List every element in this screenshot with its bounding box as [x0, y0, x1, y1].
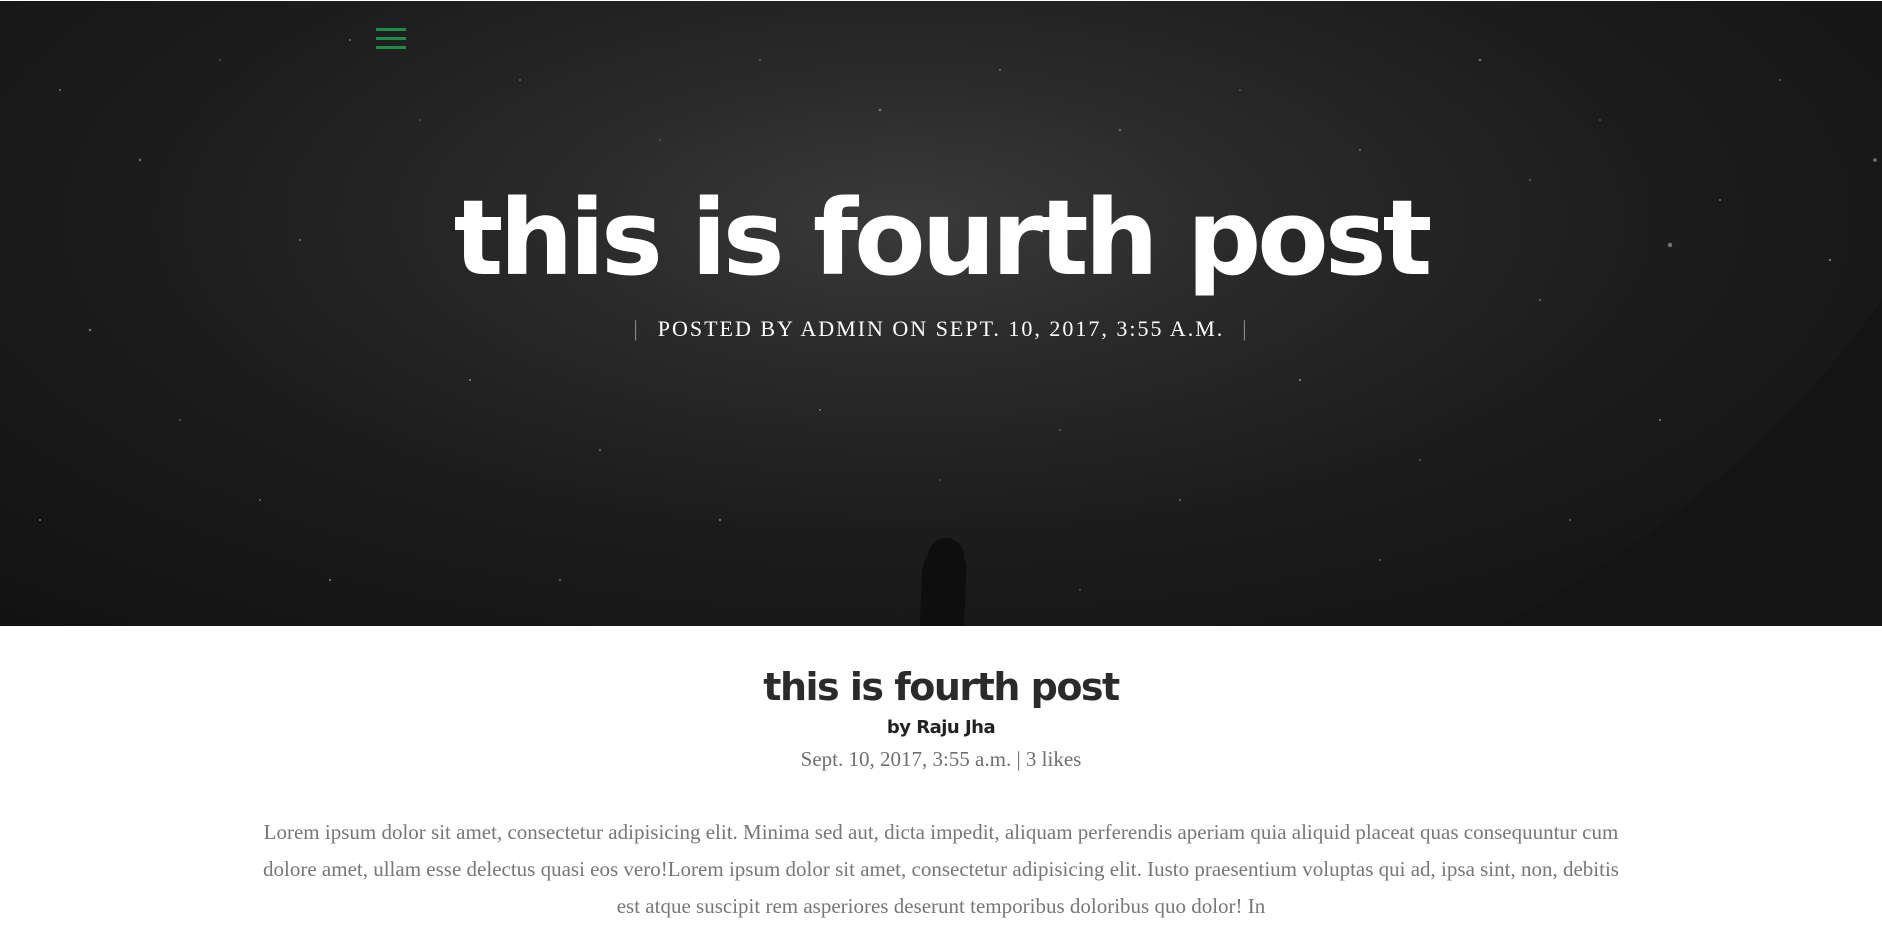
- meta-separator-left: |: [633, 316, 640, 341]
- post-author: by Raju Jha: [886, 717, 996, 738]
- hamburger-menu-icon[interactable]: [376, 28, 406, 56]
- starfield-background-image: [39, 39, 1882, 626]
- hero-meta: | POSTED BY ADMIN ON SEPT. 10, 2017, 3:55…: [0, 314, 1882, 344]
- menu-line: [376, 37, 406, 40]
- hero-banner: this is fourth post | POSTED BY ADMIN ON …: [0, 0, 1882, 626]
- post-date-likes: Sept. 10, 2017, 3:55 a.m. | 3 likes: [800, 747, 1082, 771]
- hero-meta-text: POSTED BY ADMIN ON SEPT. 10, 2017, 3:55 …: [657, 316, 1225, 341]
- menu-line: [376, 46, 406, 49]
- meta-separator-right: |: [1242, 316, 1249, 341]
- post-body: Lorem ipsum dolor sit amet, consectetur …: [263, 820, 1619, 918]
- menu-line: [376, 28, 406, 31]
- top-border: [0, 0, 1882, 1]
- hero-title: this is fourth post: [453, 177, 1433, 299]
- post-title: this is fourth post: [763, 665, 1120, 709]
- article-content: this is fourth post by Raju Jha Sept. 10…: [0, 626, 1882, 925]
